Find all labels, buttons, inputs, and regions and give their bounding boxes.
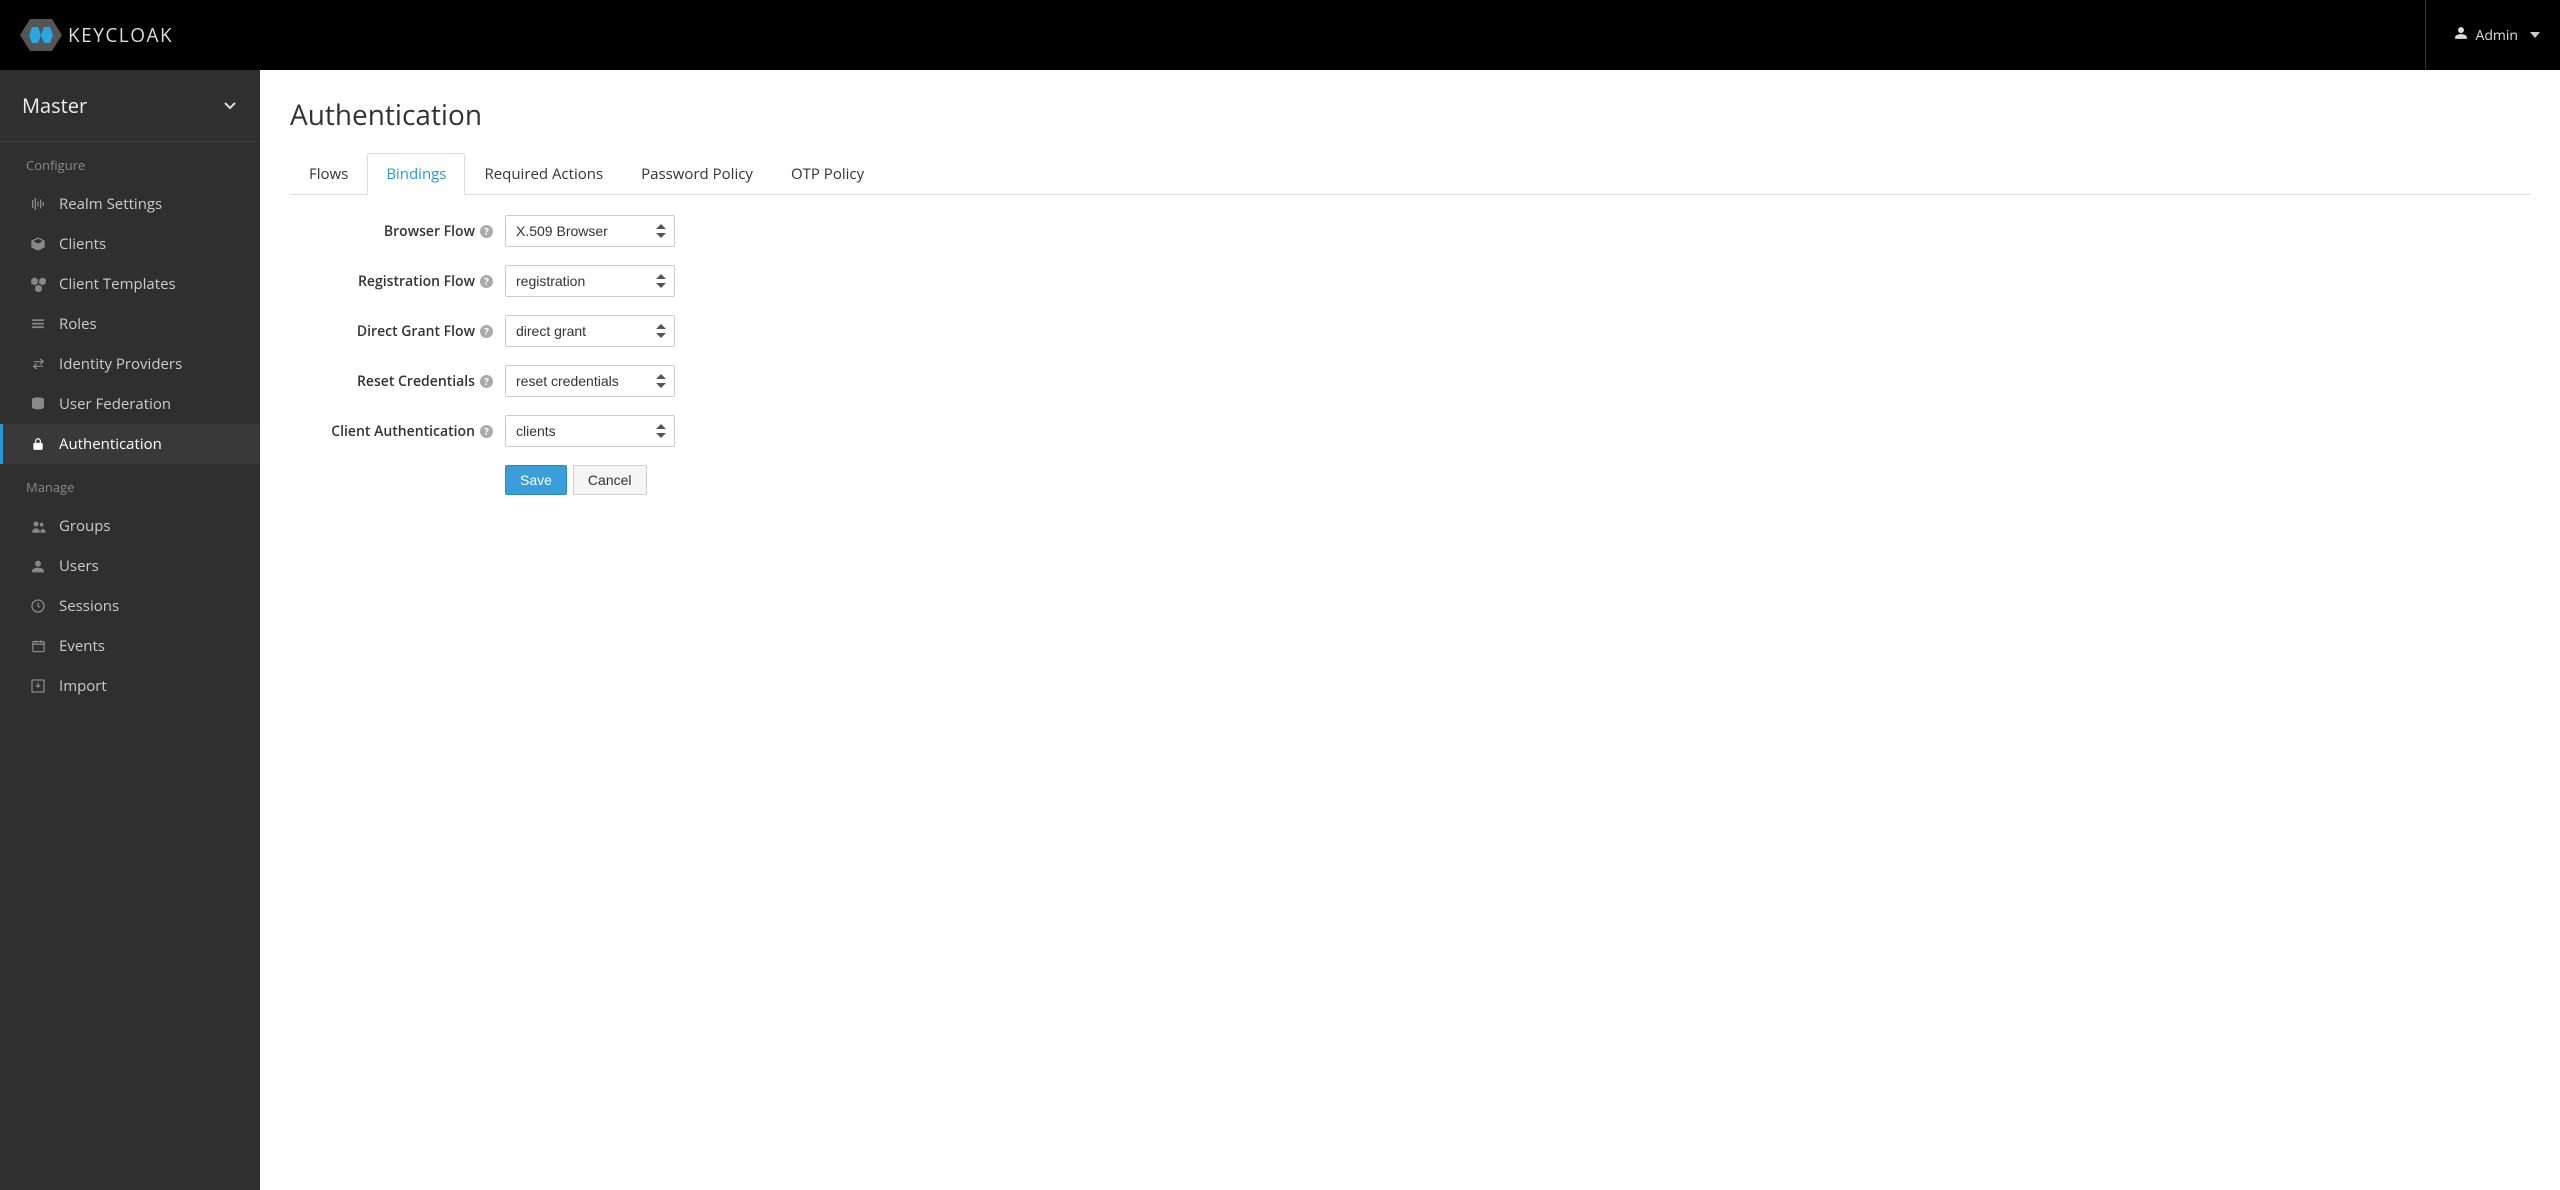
lock-icon [29,435,47,453]
user-icon [2454,26,2468,45]
sidebar-item-label: User Federation [59,394,171,414]
sidebar-item-label: Client Templates [59,274,176,294]
calendar-icon [29,637,47,655]
clock-icon [29,597,47,615]
sidebar-item-label: Users [59,556,99,576]
brand-logo[interactable]: KEYCLOAK [20,17,173,53]
sidebar-item-identity-providers[interactable]: Identity Providers [0,344,260,384]
list-icon [29,315,47,333]
sidebar-item-label: Events [59,636,105,656]
direct-grant-flow-select[interactable]: direct grant [505,315,675,347]
help-icon[interactable]: ? [480,325,493,338]
bindings-form: Browser Flow?X.509 Browser Registration F… [290,215,1190,495]
exchange-icon [29,355,47,373]
sidebar-item-label: Import [59,676,107,696]
reset-credentials-select[interactable]: reset credentials [505,365,675,397]
sidebar-item-sessions[interactable]: Sessions [0,586,260,626]
form-label: Browser Flow? [290,222,505,241]
sidebar-item-groups[interactable]: Groups [0,506,260,546]
tab-required-actions[interactable]: Required Actions [465,153,622,195]
cube-icon [29,235,47,253]
tab-bar: FlowsBindingsRequired ActionsPassword Po… [290,152,2530,195]
user-name: Admin [2476,26,2519,45]
form-label: Registration Flow? [290,272,505,291]
sidebar-item-label: Clients [59,234,106,254]
brand-name: KEYCLOAK [68,22,173,48]
main-content: Authentication FlowsBindingsRequired Act… [260,70,2560,1190]
sidebar-item-roles[interactable]: Roles [0,304,260,344]
chevron-down-icon [2530,32,2540,38]
page-title: Authentication [290,96,2530,134]
sidebar-item-realm-settings[interactable]: Realm Settings [0,184,260,224]
group-icon [29,517,47,535]
form-actions: SaveCancel [505,465,1190,495]
form-row-client-authentication: Client Authentication?clients [290,415,1190,447]
form-row-direct-grant-flow: Direct Grant Flow?direct grant [290,315,1190,347]
user-icon [29,557,47,575]
sidebar-item-label: Groups [59,516,111,536]
sidebar-item-client-templates[interactable]: Client Templates [0,264,260,304]
form-label: Reset Credentials? [290,372,505,391]
import-icon [29,677,47,695]
sidebar-item-label: Authentication [59,434,162,454]
sidebar-section-title: Manage [0,464,260,506]
realm-name: Master [22,92,87,119]
sidebar-item-authentication[interactable]: Authentication [0,424,260,464]
tab-password-policy[interactable]: Password Policy [622,153,772,195]
form-row-registration-flow: Registration Flow?registration [290,265,1190,297]
save-button[interactable]: Save [505,465,567,495]
app-header: KEYCLOAK Admin [0,0,2560,70]
browser-flow-select[interactable]: X.509 Browser [505,215,675,247]
keycloak-logo-icon [20,17,62,53]
database-icon [29,395,47,413]
help-icon[interactable]: ? [480,375,493,388]
chevron-down-icon [224,102,236,110]
sidebar-item-label: Roles [59,314,97,334]
registration-flow-select[interactable]: registration [505,265,675,297]
tab-flows[interactable]: Flows [290,153,367,195]
form-label: Direct Grant Flow? [290,322,505,341]
client-authentication-select[interactable]: clients [505,415,675,447]
sidebar-item-events[interactable]: Events [0,626,260,666]
sidebar-item-user-federation[interactable]: User Federation [0,384,260,424]
sliders-icon [29,195,47,213]
sidebar-item-label: Realm Settings [59,194,162,214]
cancel-button[interactable]: Cancel [573,465,647,495]
sidebar-item-label: Sessions [59,596,119,616]
sidebar-item-import[interactable]: Import [0,666,260,706]
form-row-reset-credentials: Reset Credentials?reset credentials [290,365,1190,397]
sidebar-item-clients[interactable]: Clients [0,224,260,264]
sidebar-item-users[interactable]: Users [0,546,260,586]
realm-selector[interactable]: Master [0,70,260,142]
sidebar-section-title: Configure [0,142,260,184]
help-icon[interactable]: ? [480,275,493,288]
user-menu[interactable]: Admin [2425,0,2541,70]
tab-bindings[interactable]: Bindings [367,153,465,195]
tab-otp-policy[interactable]: OTP Policy [772,153,883,195]
help-icon[interactable]: ? [480,225,493,238]
sidebar-item-label: Identity Providers [59,354,182,374]
sidebar: Master Configure Realm Settings Clients Cli… [0,70,260,1190]
form-row-browser-flow: Browser Flow?X.509 Browser [290,215,1190,247]
help-icon[interactable]: ? [480,425,493,438]
cubes-icon [29,275,47,293]
form-label: Client Authentication? [290,422,505,441]
